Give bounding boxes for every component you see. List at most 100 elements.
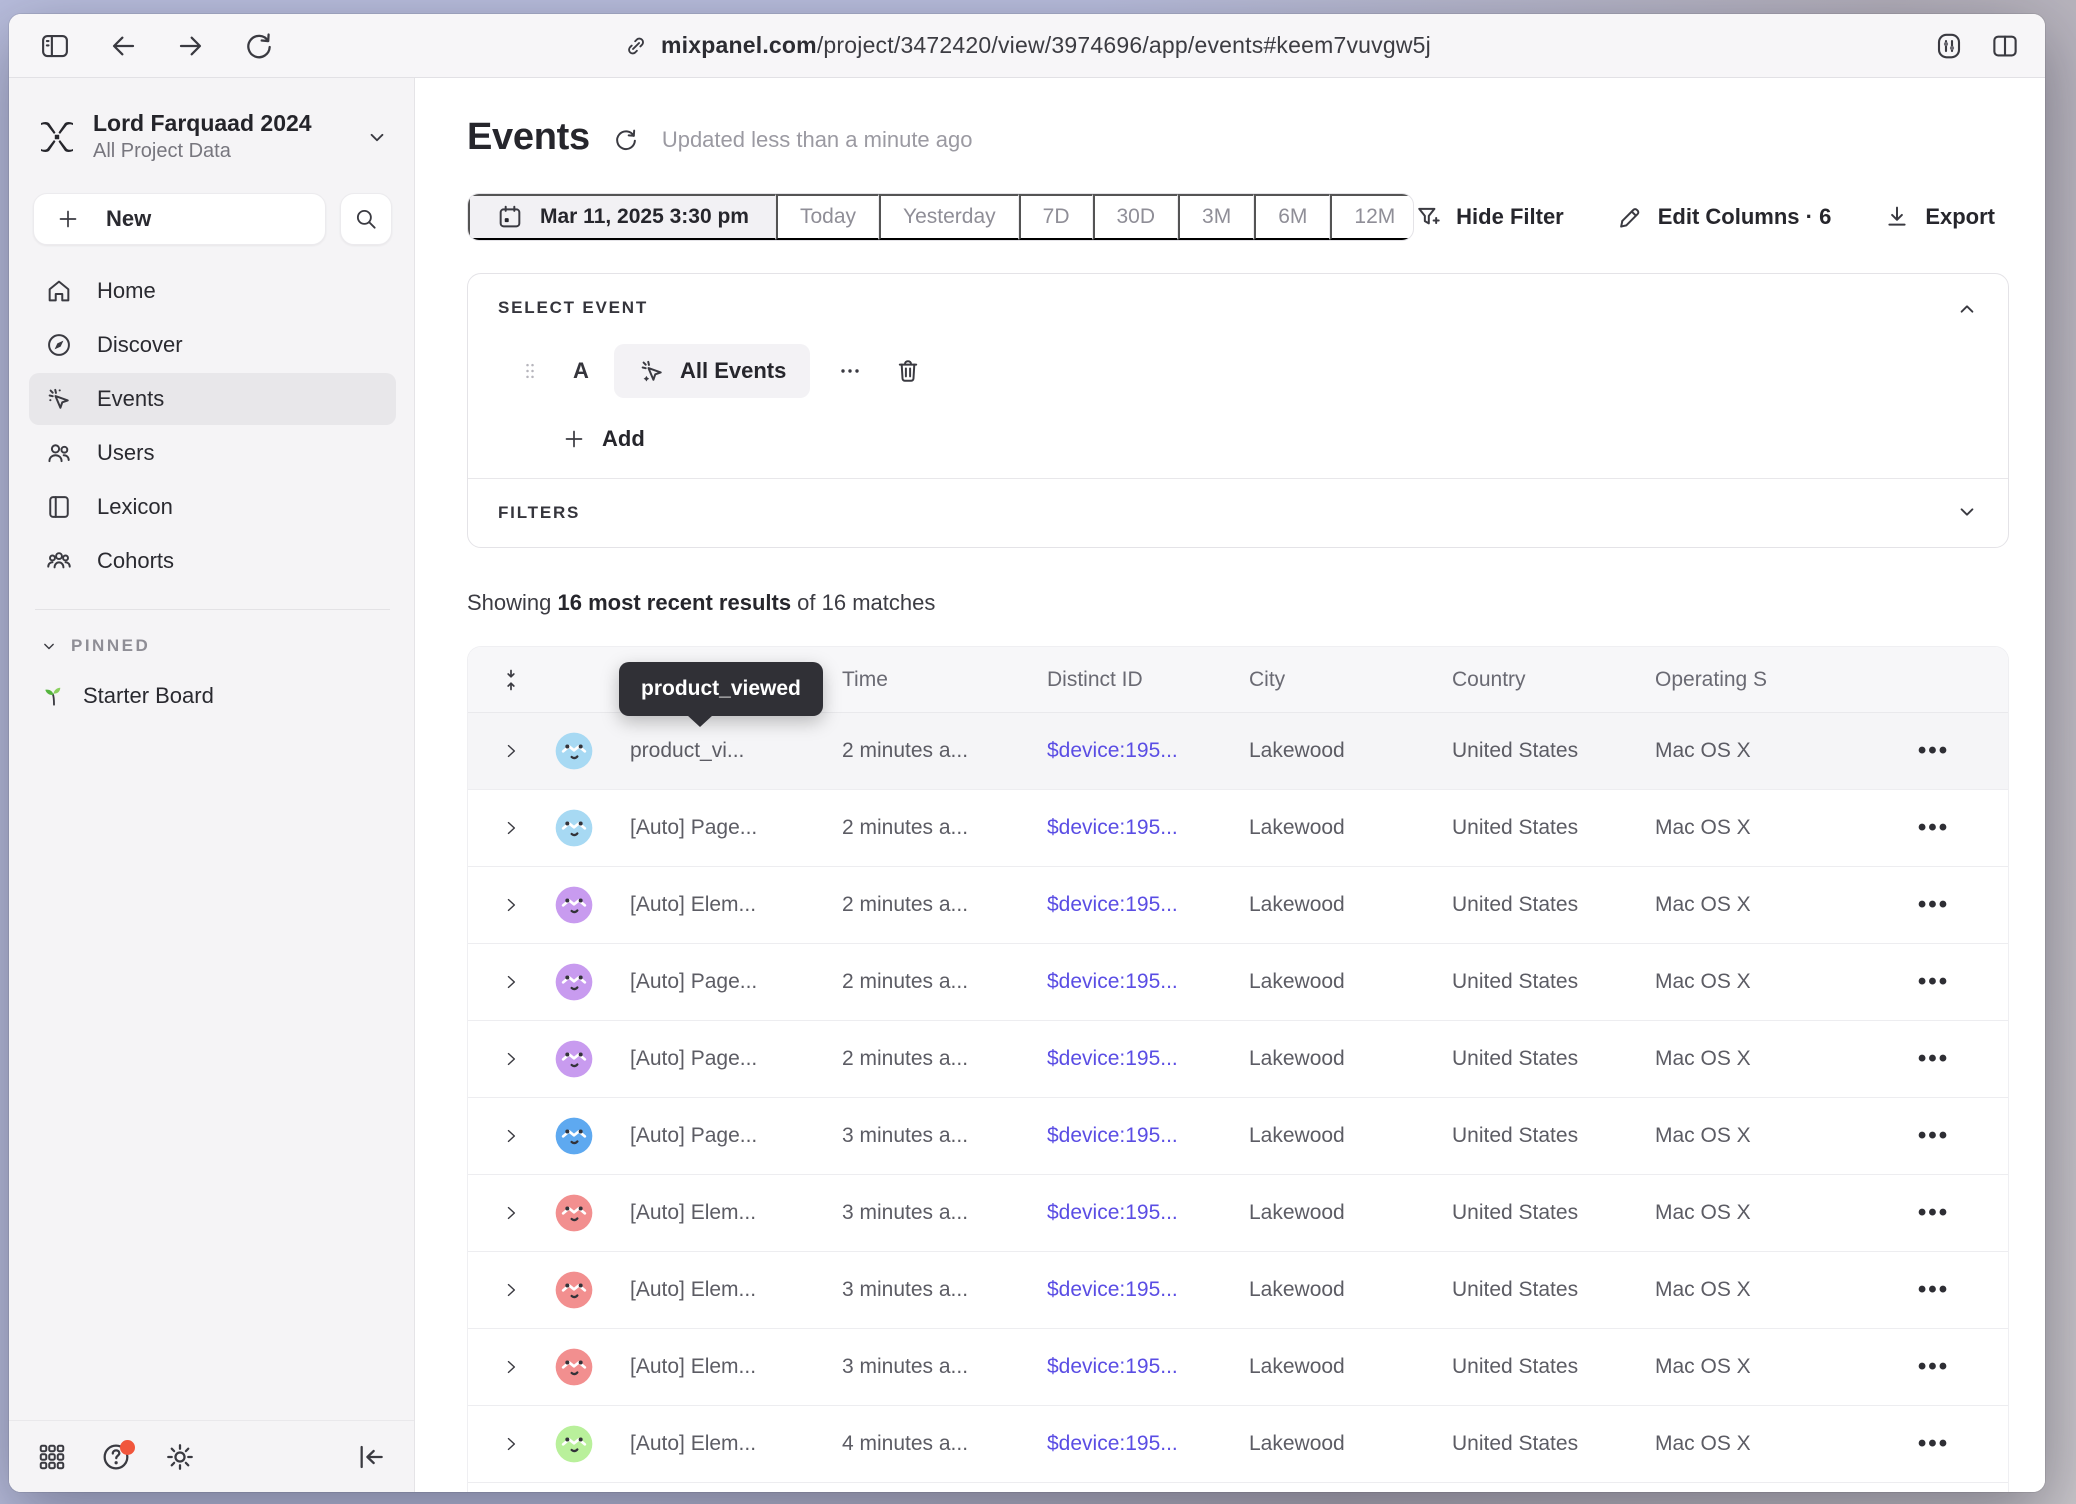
row-actions-icon[interactable]: •••	[1918, 1430, 1949, 1458]
hide-filter-button[interactable]: Hide Filter	[1414, 203, 1564, 231]
column-header-country[interactable]: Country	[1452, 668, 1655, 692]
table-row[interactable]: [Auto] Elem... 3 minutes a... $device:19…	[468, 1175, 2008, 1252]
distinct-id-link[interactable]: $device:195...	[1047, 1355, 1249, 1379]
distinct-id-link[interactable]: $device:195...	[1047, 893, 1249, 917]
project-switcher[interactable]: Lord Farquaad 2024 All Project Data	[29, 106, 396, 167]
row-actions-icon[interactable]: •••	[1918, 968, 1949, 996]
row-actions-icon[interactable]: •••	[1918, 1276, 1949, 1304]
add-event-button[interactable]: Add	[562, 426, 645, 452]
row-expand-icon[interactable]	[468, 741, 554, 761]
row-expand-icon[interactable]	[468, 1049, 554, 1069]
collapse-rows-icon[interactable]	[468, 668, 554, 692]
row-actions-icon[interactable]: •••	[1918, 737, 1949, 765]
sidebar-toggle-icon[interactable]	[39, 30, 71, 62]
distinct-id-link[interactable]: $device:195...	[1047, 739, 1249, 763]
home-icon	[45, 277, 73, 305]
new-button[interactable]: New	[33, 193, 326, 245]
row-actions-icon[interactable]: •••	[1918, 1199, 1949, 1227]
sidebar-item-starter-board[interactable]: Starter Board	[29, 670, 396, 722]
table-row[interactable]	[468, 1483, 2008, 1492]
table-row[interactable]: [Auto] Page... 2 minutes a... $device:19…	[468, 1021, 2008, 1098]
pinned-section-header[interactable]: PINNED	[39, 636, 390, 656]
distinct-id-link[interactable]: $device:195...	[1047, 816, 1249, 840]
range-30d[interactable]: 30D	[1093, 194, 1179, 240]
split-view-icon[interactable]	[1989, 30, 2021, 62]
collapse-sidebar-icon[interactable]	[354, 1440, 388, 1474]
distinct-id-link[interactable]: $device:195...	[1047, 1278, 1249, 1302]
page-title: Events	[467, 116, 590, 159]
range-7d[interactable]: 7D	[1019, 194, 1093, 240]
row-actions-icon[interactable]: •••	[1918, 1045, 1949, 1073]
pencil-icon	[1616, 203, 1644, 231]
date-picker-button[interactable]: Mar 11, 2025 3:30 pm	[468, 194, 776, 240]
row-expand-icon[interactable]	[468, 1126, 554, 1146]
range-12m[interactable]: 12M	[1330, 194, 1414, 240]
sidebar-item-discover[interactable]: Discover	[29, 319, 396, 371]
table-row[interactable]: [Auto] Page... 3 minutes a... $device:19…	[468, 1098, 2008, 1175]
row-actions-icon[interactable]: •••	[1918, 891, 1949, 919]
event-avatar-icon	[554, 808, 594, 848]
row-expand-icon[interactable]	[468, 972, 554, 992]
distinct-id-link[interactable]: $device:195...	[1047, 1047, 1249, 1071]
distinct-id-link[interactable]: $device:195...	[1047, 1432, 1249, 1456]
event-country: United States	[1452, 1124, 1655, 1148]
url-bar[interactable]: mixpanel.com/project/3472420/view/397469…	[623, 14, 1431, 77]
row-actions-icon[interactable]: •••	[1918, 1353, 1949, 1381]
chevron-down-icon	[39, 636, 59, 656]
export-button[interactable]: Export	[1883, 203, 1995, 231]
sidebar-item-users[interactable]: Users	[29, 427, 396, 479]
distinct-id-link[interactable]: $device:195...	[1047, 1124, 1249, 1148]
column-header-time[interactable]: Time	[842, 668, 1047, 692]
event-time: 3 minutes a...	[842, 1124, 1047, 1148]
row-actions-icon[interactable]: •••	[1918, 1122, 1949, 1150]
event-country: United States	[1452, 1201, 1655, 1225]
column-header-distinct-id[interactable]: Distinct ID	[1047, 668, 1249, 692]
table-row[interactable]: [Auto] Page... 2 minutes a... $device:19…	[468, 790, 2008, 867]
edit-columns-button[interactable]: Edit Columns · 6	[1616, 203, 1832, 231]
back-icon[interactable]	[107, 30, 139, 62]
events-cursor-icon	[45, 385, 73, 413]
reload-icon[interactable]	[243, 30, 275, 62]
sidebar-item-home[interactable]: Home	[29, 265, 396, 317]
row-expand-icon[interactable]	[468, 895, 554, 915]
column-header-os[interactable]: Operating S	[1655, 668, 1859, 692]
row-expand-icon[interactable]	[468, 1203, 554, 1223]
column-header-city[interactable]: City	[1249, 668, 1452, 692]
drag-handle-icon[interactable]	[512, 353, 548, 389]
help-icon[interactable]	[99, 1440, 133, 1474]
event-name: [Auto] Page...	[630, 1047, 842, 1071]
table-row[interactable]: [Auto] Page... 2 minutes a... $device:19…	[468, 944, 2008, 1021]
table-row[interactable]: [Auto] Elem... 3 minutes a... $device:19…	[468, 1252, 2008, 1329]
row-expand-icon[interactable]	[468, 818, 554, 838]
range-yesterday[interactable]: Yesterday	[879, 194, 1019, 240]
apps-grid-icon[interactable]	[35, 1440, 69, 1474]
delete-event-icon[interactable]	[890, 353, 926, 389]
refresh-icon[interactable]	[612, 126, 640, 154]
sidebar-item-lexicon[interactable]: Lexicon	[29, 481, 396, 533]
table-row[interactable]: [Auto] Elem... 3 minutes a... $device:19…	[468, 1329, 2008, 1406]
event-os: Mac OS X	[1655, 1278, 1859, 1302]
range-today[interactable]: Today	[776, 194, 879, 240]
distinct-id-link[interactable]: $device:195...	[1047, 970, 1249, 994]
event-more-options-icon[interactable]	[832, 353, 868, 389]
row-expand-icon[interactable]	[468, 1280, 554, 1300]
sidebar-item-events[interactable]: Events	[29, 373, 396, 425]
download-icon	[1883, 203, 1911, 231]
collapse-section-icon[interactable]	[1954, 296, 1980, 322]
gear-icon[interactable]	[163, 1440, 197, 1474]
table-row[interactable]: [Auto] Elem... 4 minutes a... $device:19…	[468, 1406, 2008, 1483]
sidebar-item-cohorts[interactable]: Cohorts	[29, 535, 396, 587]
event-selector-chip[interactable]: All Events	[614, 344, 810, 398]
chevron-down-icon	[364, 124, 390, 150]
expand-filters-icon[interactable]	[1954, 499, 1980, 525]
range-6m[interactable]: 6M	[1254, 194, 1330, 240]
forward-icon[interactable]	[175, 30, 207, 62]
row-actions-icon[interactable]: •••	[1918, 814, 1949, 842]
table-row[interactable]: [Auto] Elem... 2 minutes a... $device:19…	[468, 867, 2008, 944]
page-settings-icon[interactable]	[1933, 30, 1965, 62]
row-expand-icon[interactable]	[468, 1434, 554, 1454]
distinct-id-link[interactable]: $device:195...	[1047, 1201, 1249, 1225]
search-button[interactable]	[340, 193, 392, 245]
row-expand-icon[interactable]	[468, 1357, 554, 1377]
range-3m[interactable]: 3M	[1178, 194, 1254, 240]
